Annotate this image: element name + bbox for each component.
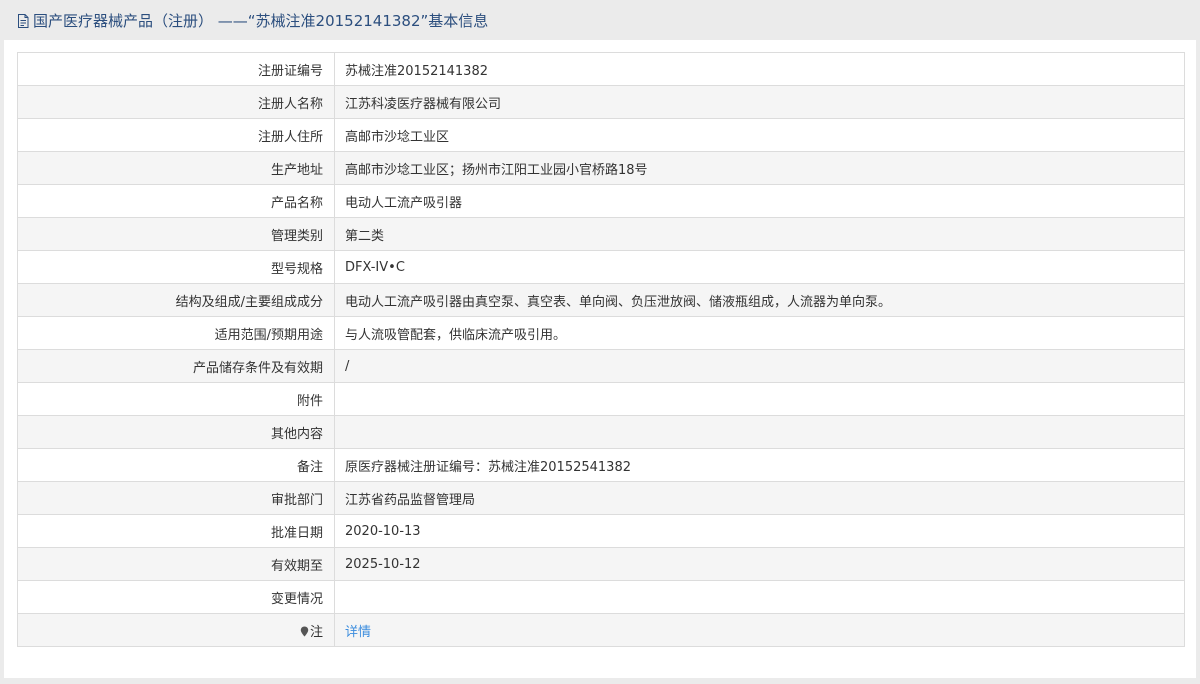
- field-value: 2025-10-12: [334, 547, 1185, 581]
- product-info-table: 注册证编号 苏械注准20152141382 注册人名称 江苏科凌医疗器械有限公司 注册人…: [17, 52, 1185, 647]
- table-row: 注册证编号 苏械注准20152141382: [17, 52, 1185, 86]
- field-value: /: [334, 349, 1185, 383]
- field-label: 其他内容: [17, 415, 335, 449]
- field-label: 结构及组成/主要组成成分: [17, 283, 335, 317]
- table-row: 备注 原医疗器械注册证编号：苏械注准20152541382: [17, 448, 1185, 482]
- field-value: 江苏科凌医疗器械有限公司: [334, 85, 1185, 119]
- field-label: 适用范围/预期用途: [17, 316, 335, 350]
- document-icon: [15, 13, 31, 29]
- pin-icon: [300, 626, 309, 637]
- field-label: 管理类别: [17, 217, 335, 251]
- table-row-note: 注 详情: [17, 613, 1185, 647]
- table-row: 型号规格 DFX-IV•C: [17, 250, 1185, 284]
- table-row: 附件: [17, 382, 1185, 416]
- page-title: 国产医疗器械产品（注册） ——“苏械注准20152141382”基本信息: [33, 11, 489, 30]
- field-value: 高邮市沙埝工业区；扬州市江阳工业园小官桥路18号: [334, 151, 1185, 185]
- field-value: [334, 382, 1185, 416]
- table-row: 管理类别 第二类: [17, 217, 1185, 251]
- table-row: 产品储存条件及有效期 /: [17, 349, 1185, 383]
- note-label: 注: [309, 624, 323, 640]
- info-panel: 注册证编号 苏械注准20152141382 注册人名称 江苏科凌医疗器械有限公司 注册人…: [4, 40, 1196, 678]
- table-row: 有效期至 2025-10-12: [17, 547, 1185, 581]
- field-value: DFX-IV•C: [334, 250, 1185, 284]
- table-row: 生产地址 高邮市沙埝工业区；扬州市江阳工业园小官桥路18号: [17, 151, 1185, 185]
- field-value: 与人流吸管配套，供临床流产吸引用。: [334, 316, 1185, 350]
- table-row: 批准日期 2020-10-13: [17, 514, 1185, 548]
- table-row: 注册人名称 江苏科凌医疗器械有限公司: [17, 85, 1185, 119]
- field-value: [334, 580, 1185, 614]
- field-label: 审批部门: [17, 481, 335, 515]
- field-value: 原医疗器械注册证编号：苏械注准20152541382: [334, 448, 1185, 482]
- field-label: 注册人住所: [17, 118, 335, 152]
- field-value: 2020-10-13: [334, 514, 1185, 548]
- table-row: 注册人住所 高邮市沙埝工业区: [17, 118, 1185, 152]
- table-row: 变更情况: [17, 580, 1185, 614]
- field-value-note: 详情: [334, 613, 1185, 647]
- details-link[interactable]: 详情: [345, 625, 371, 640]
- field-label-note: 注: [17, 613, 335, 647]
- field-label: 备注: [17, 448, 335, 482]
- field-value: 苏械注准20152141382: [334, 52, 1185, 86]
- field-label: 批准日期: [17, 514, 335, 548]
- field-label: 注册证编号: [17, 52, 335, 86]
- page-header: 国产医疗器械产品（注册） ——“苏械注准20152141382”基本信息: [0, 0, 1200, 40]
- field-value: 江苏省药品监督管理局: [334, 481, 1185, 515]
- table-row: 产品名称 电动人工流产吸引器: [17, 184, 1185, 218]
- field-label: 型号规格: [17, 250, 335, 284]
- field-label: 变更情况: [17, 580, 335, 614]
- field-value: [334, 415, 1185, 449]
- field-value: 电动人工流产吸引器: [334, 184, 1185, 218]
- field-value: 第二类: [334, 217, 1185, 251]
- field-value: 高邮市沙埝工业区: [334, 118, 1185, 152]
- field-label: 附件: [17, 382, 335, 416]
- field-label: 生产地址: [17, 151, 335, 185]
- table-row: 结构及组成/主要组成成分 电动人工流产吸引器由真空泵、真空表、单向阀、负压泄放阀、…: [17, 283, 1185, 317]
- table-row: 审批部门 江苏省药品监督管理局: [17, 481, 1185, 515]
- field-label: 有效期至: [17, 547, 335, 581]
- field-value: 电动人工流产吸引器由真空泵、真空表、单向阀、负压泄放阀、储液瓶组成，人流器为单向…: [334, 283, 1185, 317]
- table-row: 其他内容: [17, 415, 1185, 449]
- field-label: 注册人名称: [17, 85, 335, 119]
- field-label: 产品名称: [17, 184, 335, 218]
- table-row: 适用范围/预期用途 与人流吸管配套，供临床流产吸引用。: [17, 316, 1185, 350]
- field-label: 产品储存条件及有效期: [17, 349, 335, 383]
